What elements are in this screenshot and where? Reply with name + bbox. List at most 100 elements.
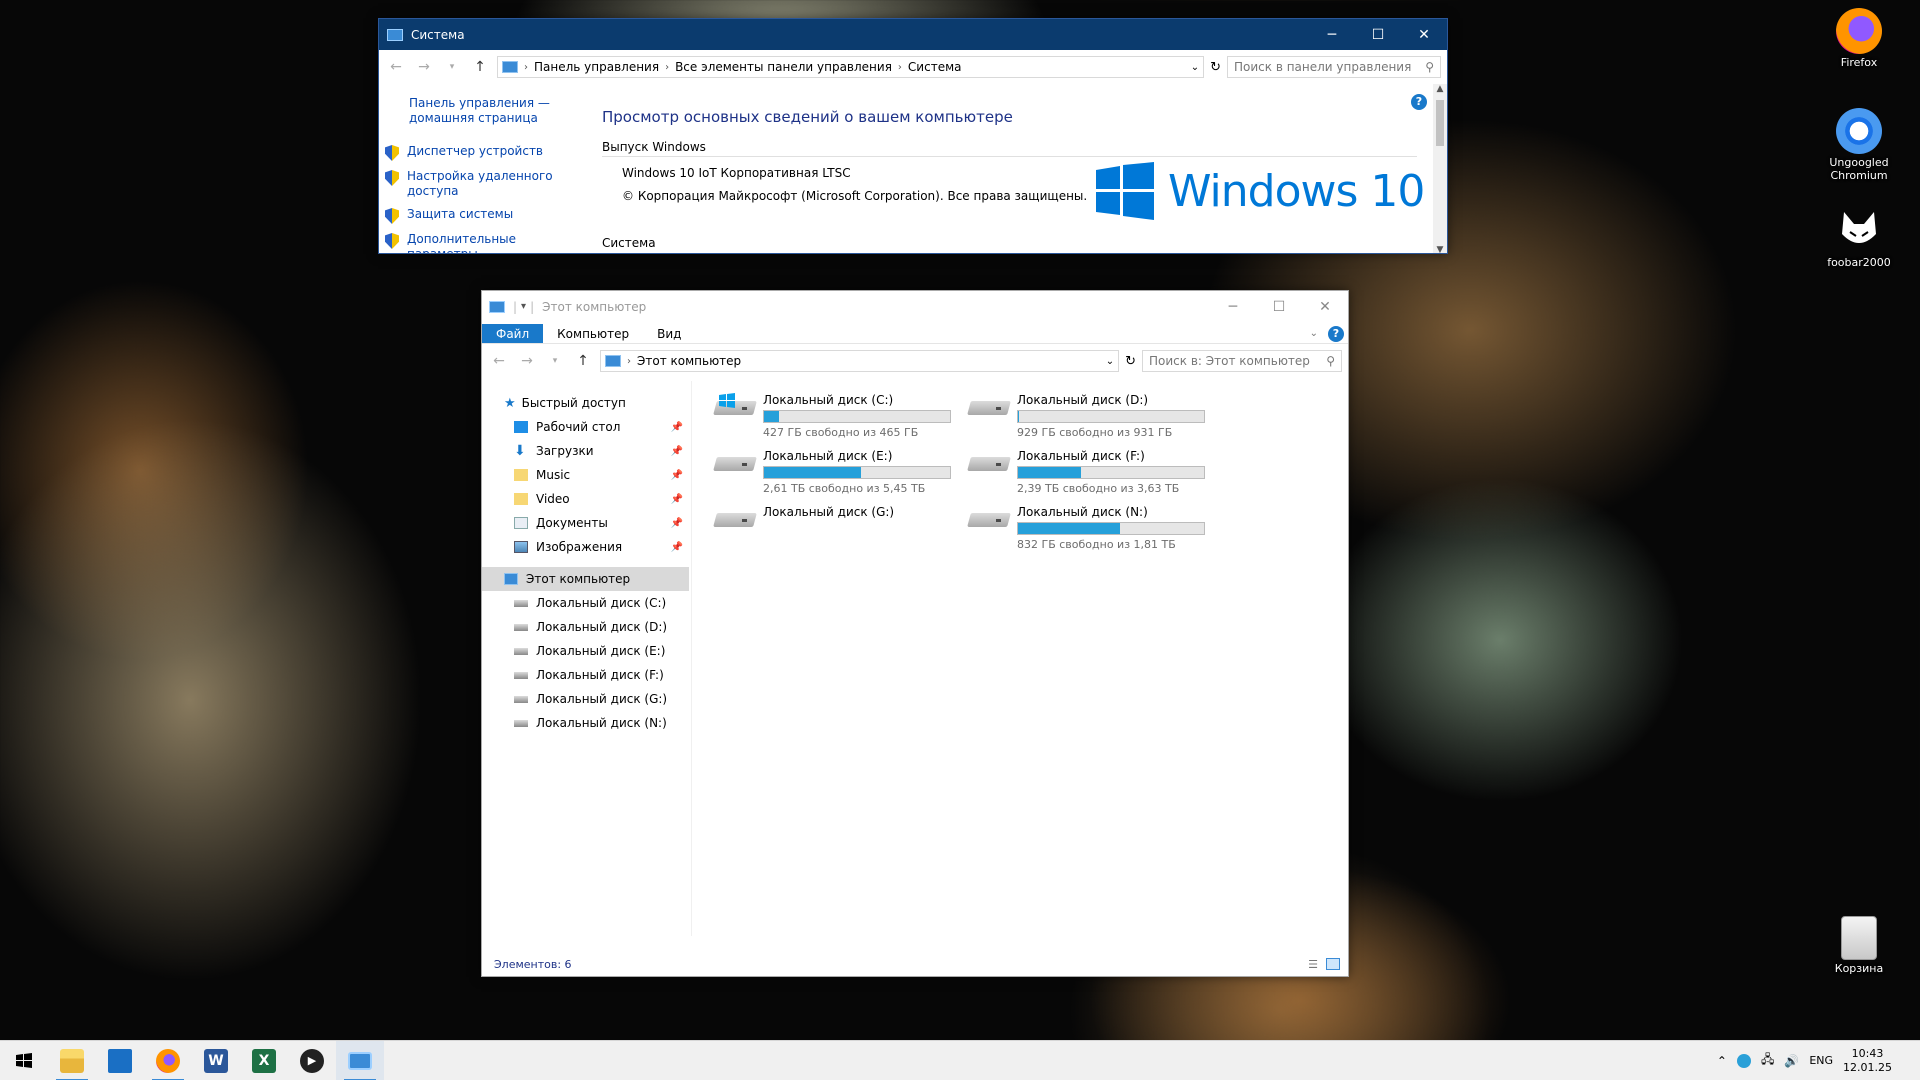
- taskbar-file-explorer[interactable]: [48, 1041, 96, 1080]
- taskbar-control-panel[interactable]: [336, 1040, 384, 1080]
- taskbar-firefox[interactable]: [144, 1041, 192, 1080]
- clock[interactable]: 10:43 12.01.25: [1843, 1047, 1892, 1075]
- tab-file[interactable]: Файл: [482, 324, 544, 343]
- search-input[interactable]: Поиск в панели управления ⚲: [1227, 56, 1441, 78]
- nav-item-documents[interactable]: Документы 📌: [482, 511, 691, 535]
- this-pc-icon: [489, 300, 505, 313]
- pin-icon[interactable]: 📌: [671, 446, 683, 457]
- drive-tile-d[interactable]: Локальный диск (D:) 929 ГБ свободно из 9…: [967, 393, 1217, 439]
- vertical-scrollbar[interactable]: ▲ ▼: [1433, 84, 1447, 253]
- minimize-button[interactable]: ─: [1210, 291, 1256, 322]
- maximize-button[interactable]: ☐: [1355, 19, 1401, 50]
- desktop-icon-label: Корзина: [1834, 962, 1884, 975]
- sidebar-item-remote-settings[interactable]: Настройка удаленного доступа: [385, 169, 575, 199]
- drive-free-space: 929 ГБ свободно из 931 ГБ: [1017, 426, 1173, 439]
- pin-icon[interactable]: 📌: [671, 542, 683, 553]
- scroll-up-arrow[interactable]: ▲: [1433, 84, 1447, 94]
- telegram-icon[interactable]: [1736, 1053, 1751, 1068]
- nav-drive-g[interactable]: Локальный диск (G:): [482, 687, 691, 711]
- scroll-down-arrow[interactable]: ▼: [1433, 245, 1447, 253]
- taskbar-media-player[interactable]: ▶: [288, 1041, 336, 1080]
- drive-tile-c[interactable]: Локальный диск (C:) 427 ГБ свободно из 4…: [713, 393, 963, 439]
- drive-tile-f[interactable]: Локальный диск (F:) 2,39 ТБ свободно из …: [967, 449, 1217, 495]
- sidebar-item-advanced-settings[interactable]: Дополнительные параметры: [385, 232, 575, 253]
- chromium-icon: [1836, 108, 1882, 154]
- breadcrumb-item[interactable]: Система: [908, 60, 962, 74]
- nav-drive-e[interactable]: Локальный диск (E:): [482, 639, 691, 663]
- nav-drive-f[interactable]: Локальный диск (F:): [482, 663, 691, 687]
- quick-access-toolbar-dropdown[interactable]: ▾: [521, 301, 526, 312]
- search-input[interactable]: Поиск в: Этот компьютер ⚲: [1142, 350, 1342, 372]
- desktop-icon-firefox[interactable]: Firefox: [1816, 8, 1902, 69]
- sidebar-item-system-protection[interactable]: Защита системы: [385, 207, 575, 224]
- drive-tile-g[interactable]: Локальный диск (G:): [713, 505, 963, 529]
- nav-item-desktop[interactable]: Рабочий стол 📌: [482, 415, 691, 439]
- close-button[interactable]: ✕: [1302, 291, 1348, 322]
- sidebar-item-device-manager[interactable]: Диспетчер устройств: [385, 144, 575, 161]
- breadcrumb-item[interactable]: Этот компьютер: [637, 354, 741, 368]
- nav-quick-access[interactable]: ★ Быстрый доступ: [482, 391, 691, 415]
- forward-button[interactable]: →: [413, 59, 435, 75]
- help-button[interactable]: ?: [1411, 94, 1427, 110]
- drive-icon: [514, 695, 528, 703]
- explorer-titlebar[interactable]: | ▾ | Этот компьютер ─ ☐ ✕: [482, 291, 1348, 322]
- address-bar[interactable]: › Панель управления › Все элементы панел…: [497, 56, 1205, 78]
- large-icons-view-icon[interactable]: [1326, 958, 1340, 970]
- breadcrumb-item[interactable]: Панель управления: [534, 60, 659, 74]
- up-button[interactable]: ↑: [572, 353, 594, 369]
- status-bar: Элементов: 6 ☰: [482, 952, 1348, 976]
- chevron-down-icon[interactable]: ⌄: [1191, 62, 1199, 73]
- nav-item-downloads[interactable]: ⬇ Загрузки 📌: [482, 439, 691, 463]
- taskbar-excel[interactable]: X: [240, 1041, 288, 1080]
- edition-name: Windows 10 IoT Корпоративная LTSC: [622, 166, 851, 180]
- nav-drive-d[interactable]: Локальный диск (D:): [482, 615, 691, 639]
- tab-computer[interactable]: Компьютер: [543, 324, 643, 343]
- tab-view[interactable]: Вид: [643, 324, 695, 343]
- system-titlebar[interactable]: Система ─ ☐ ✕: [379, 19, 1447, 50]
- refresh-icon[interactable]: ↻: [1210, 60, 1221, 75]
- shield-icon: [385, 170, 399, 186]
- refresh-icon[interactable]: ↻: [1125, 354, 1136, 369]
- forward-button[interactable]: →: [516, 353, 538, 369]
- back-button[interactable]: ←: [385, 59, 407, 75]
- windows-logo: Windows 10: [1096, 162, 1425, 220]
- chevron-down-icon[interactable]: ⌄: [1106, 356, 1114, 367]
- nav-item-video[interactable]: Video 📌: [482, 487, 691, 511]
- address-bar[interactable]: › Этот компьютер ⌄: [600, 350, 1120, 372]
- taskbar-word[interactable]: W: [192, 1041, 240, 1080]
- pin-icon[interactable]: 📌: [671, 518, 683, 529]
- recent-dropdown[interactable]: ▾: [441, 62, 463, 72]
- maximize-button[interactable]: ☐: [1256, 291, 1302, 322]
- network-icon[interactable]: 🖧: [1761, 1050, 1774, 1071]
- nav-item-pictures[interactable]: Изображения 📌: [482, 535, 691, 559]
- pin-icon[interactable]: 📌: [671, 470, 683, 481]
- taskbar-store[interactable]: [96, 1041, 144, 1080]
- details-view-icon[interactable]: ☰: [1308, 958, 1318, 971]
- chevron-up-icon[interactable]: ⌃: [1717, 1054, 1727, 1068]
- nav-drive-n[interactable]: Локальный диск (N:): [482, 711, 691, 735]
- nav-drive-c[interactable]: Локальный диск (C:): [482, 591, 691, 615]
- minimize-button[interactable]: ─: [1309, 19, 1355, 50]
- desktop-icon-foobar2000[interactable]: foobar2000: [1816, 208, 1902, 269]
- nav-item-music[interactable]: Music 📌: [482, 463, 691, 487]
- up-button[interactable]: ↑: [469, 59, 491, 75]
- scroll-thumb[interactable]: [1436, 100, 1444, 146]
- desktop-icon-chromium[interactable]: Ungoogled Chromium: [1816, 108, 1902, 182]
- language-indicator[interactable]: ENG: [1809, 1054, 1833, 1067]
- back-button[interactable]: ←: [488, 353, 510, 369]
- volume-icon[interactable]: 🔊: [1784, 1054, 1799, 1068]
- pin-icon[interactable]: 📌: [671, 422, 683, 433]
- recent-dropdown[interactable]: ▾: [544, 356, 566, 366]
- ribbon-expand-icon[interactable]: ⌄: [1310, 328, 1318, 339]
- drive-tile-n[interactable]: Локальный диск (N:) 832 ГБ свободно из 1…: [967, 505, 1217, 551]
- desktop-icon-recycle-bin[interactable]: Корзина: [1816, 916, 1902, 975]
- pin-icon[interactable]: 📌: [671, 494, 683, 505]
- breadcrumb-item[interactable]: Все элементы панели управления: [675, 60, 892, 74]
- recycle-bin-icon: [1841, 916, 1877, 960]
- close-button[interactable]: ✕: [1401, 19, 1447, 50]
- start-button[interactable]: [0, 1041, 48, 1080]
- nav-this-pc[interactable]: Этот компьютер: [482, 567, 689, 591]
- drive-tile-e[interactable]: Локальный диск (E:) 2,61 ТБ свободно из …: [713, 449, 963, 495]
- control-panel-home-link[interactable]: Панель управления — домашняя страница: [409, 96, 575, 126]
- help-button[interactable]: ?: [1328, 325, 1344, 342]
